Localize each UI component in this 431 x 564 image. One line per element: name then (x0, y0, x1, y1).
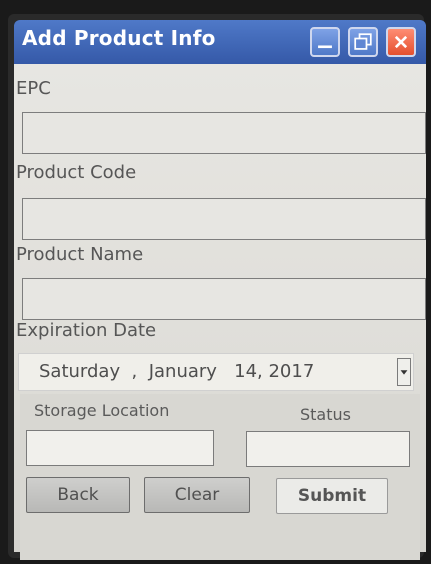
product-code-label: Product Code (16, 162, 137, 183)
close-icon (394, 35, 408, 49)
window-title: Add Product Info (22, 26, 216, 50)
submit-button[interactable]: Submit (276, 478, 388, 514)
status-label: Status (300, 405, 351, 424)
epc-label: EPC (16, 78, 51, 99)
restore-button[interactable] (348, 27, 378, 57)
expiration-date-value: Saturday , January 14, 2017 (39, 361, 315, 382)
close-button[interactable] (386, 27, 416, 57)
expiration-date-label: Expiration Date (16, 320, 157, 341)
epc-field[interactable] (22, 112, 426, 154)
date-dropdown-button[interactable] (397, 358, 411, 386)
storage-location-label: Storage Location (34, 401, 170, 420)
chevron-down-icon (400, 370, 408, 375)
status-field[interactable] (246, 431, 410, 467)
restore-icon (354, 33, 372, 50)
storage-location-field[interactable] (26, 430, 214, 466)
minimize-button[interactable] (310, 27, 340, 57)
minimize-icon (318, 45, 332, 49)
product-code-field[interactable] (22, 198, 426, 240)
product-name-field[interactable] (22, 278, 426, 320)
back-button[interactable]: Back (26, 477, 130, 513)
clear-button[interactable]: Clear (144, 477, 250, 513)
expiration-date-picker[interactable]: Saturday , January 14, 2017 (18, 353, 414, 391)
location-status-panel: Storage Location Status Back Clear Submi… (20, 394, 420, 560)
product-name-label: Product Name (16, 244, 144, 265)
product-form: EPC Product Code Product Name Expiration… (14, 64, 426, 560)
window-titlebar: Add Product Info (14, 20, 426, 64)
